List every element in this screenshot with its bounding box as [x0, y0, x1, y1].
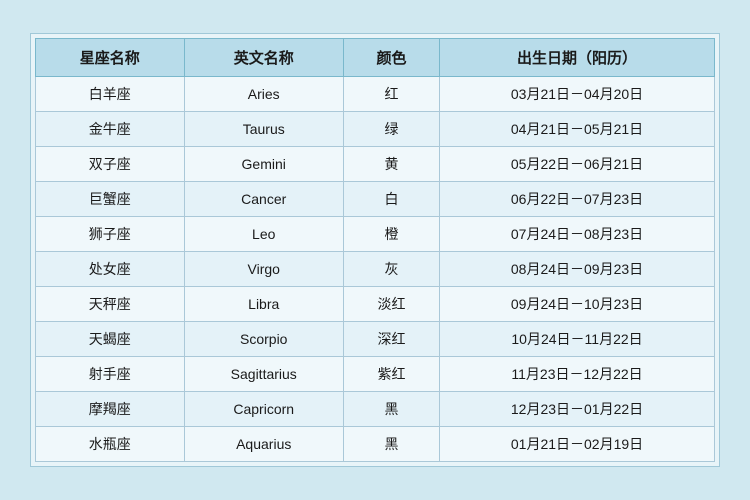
cell-dates: 01月21日－02月19日 — [440, 427, 715, 462]
cell-color: 橙 — [343, 217, 439, 252]
table-row: 水瓶座Aquarius黑01月21日－02月19日 — [36, 427, 715, 462]
cell-dates: 04月21日－05月21日 — [440, 112, 715, 147]
cell-color: 黑 — [343, 427, 439, 462]
cell-color: 紫红 — [343, 357, 439, 392]
cell-chinese-name: 天秤座 — [36, 287, 185, 322]
table-row: 双子座Gemini黄05月22日－06月21日 — [36, 147, 715, 182]
cell-chinese-name: 摩羯座 — [36, 392, 185, 427]
cell-dates: 06月22日－07月23日 — [440, 182, 715, 217]
header-color: 颜色 — [343, 39, 439, 77]
cell-dates: 03月21日－04月20日 — [440, 77, 715, 112]
table-body: 白羊座Aries红03月21日－04月20日金牛座Taurus绿04月21日－0… — [36, 77, 715, 462]
cell-color: 淡红 — [343, 287, 439, 322]
cell-english-name: Capricorn — [184, 392, 343, 427]
cell-english-name: Aquarius — [184, 427, 343, 462]
cell-english-name: Sagittarius — [184, 357, 343, 392]
header-dates: 出生日期（阳历） — [440, 39, 715, 77]
table-row: 摩羯座Capricorn黑12月23日－01月22日 — [36, 392, 715, 427]
cell-chinese-name: 处女座 — [36, 252, 185, 287]
cell-color: 灰 — [343, 252, 439, 287]
cell-english-name: Cancer — [184, 182, 343, 217]
cell-dates: 07月24日－08月23日 — [440, 217, 715, 252]
cell-english-name: Scorpio — [184, 322, 343, 357]
cell-english-name: Leo — [184, 217, 343, 252]
cell-chinese-name: 水瓶座 — [36, 427, 185, 462]
cell-chinese-name: 天蝎座 — [36, 322, 185, 357]
cell-chinese-name: 狮子座 — [36, 217, 185, 252]
table-header-row: 星座名称 英文名称 颜色 出生日期（阳历） — [36, 39, 715, 77]
cell-english-name: Gemini — [184, 147, 343, 182]
cell-color: 黄 — [343, 147, 439, 182]
cell-chinese-name: 射手座 — [36, 357, 185, 392]
cell-english-name: Libra — [184, 287, 343, 322]
cell-chinese-name: 双子座 — [36, 147, 185, 182]
table-row: 处女座Virgo灰08月24日－09月23日 — [36, 252, 715, 287]
cell-dates: 08月24日－09月23日 — [440, 252, 715, 287]
cell-dates: 09月24日－10月23日 — [440, 287, 715, 322]
cell-color: 白 — [343, 182, 439, 217]
table-row: 金牛座Taurus绿04月21日－05月21日 — [36, 112, 715, 147]
zodiac-table-container: 星座名称 英文名称 颜色 出生日期（阳历） 白羊座Aries红03月21日－04… — [30, 33, 720, 467]
cell-dates: 11月23日－12月22日 — [440, 357, 715, 392]
cell-color: 绿 — [343, 112, 439, 147]
cell-chinese-name: 巨蟹座 — [36, 182, 185, 217]
table-row: 狮子座Leo橙07月24日－08月23日 — [36, 217, 715, 252]
table-row: 白羊座Aries红03月21日－04月20日 — [36, 77, 715, 112]
cell-dates: 12月23日－01月22日 — [440, 392, 715, 427]
zodiac-table: 星座名称 英文名称 颜色 出生日期（阳历） 白羊座Aries红03月21日－04… — [35, 38, 715, 462]
cell-dates: 05月22日－06月21日 — [440, 147, 715, 182]
cell-english-name: Taurus — [184, 112, 343, 147]
cell-chinese-name: 金牛座 — [36, 112, 185, 147]
header-english-name: 英文名称 — [184, 39, 343, 77]
table-row: 天秤座Libra淡红09月24日－10月23日 — [36, 287, 715, 322]
cell-dates: 10月24日－11月22日 — [440, 322, 715, 357]
cell-chinese-name: 白羊座 — [36, 77, 185, 112]
table-row: 天蝎座Scorpio深红10月24日－11月22日 — [36, 322, 715, 357]
cell-color: 黑 — [343, 392, 439, 427]
cell-color: 深红 — [343, 322, 439, 357]
table-row: 巨蟹座Cancer白06月22日－07月23日 — [36, 182, 715, 217]
header-chinese-name: 星座名称 — [36, 39, 185, 77]
cell-color: 红 — [343, 77, 439, 112]
cell-english-name: Virgo — [184, 252, 343, 287]
cell-english-name: Aries — [184, 77, 343, 112]
table-row: 射手座Sagittarius紫红11月23日－12月22日 — [36, 357, 715, 392]
